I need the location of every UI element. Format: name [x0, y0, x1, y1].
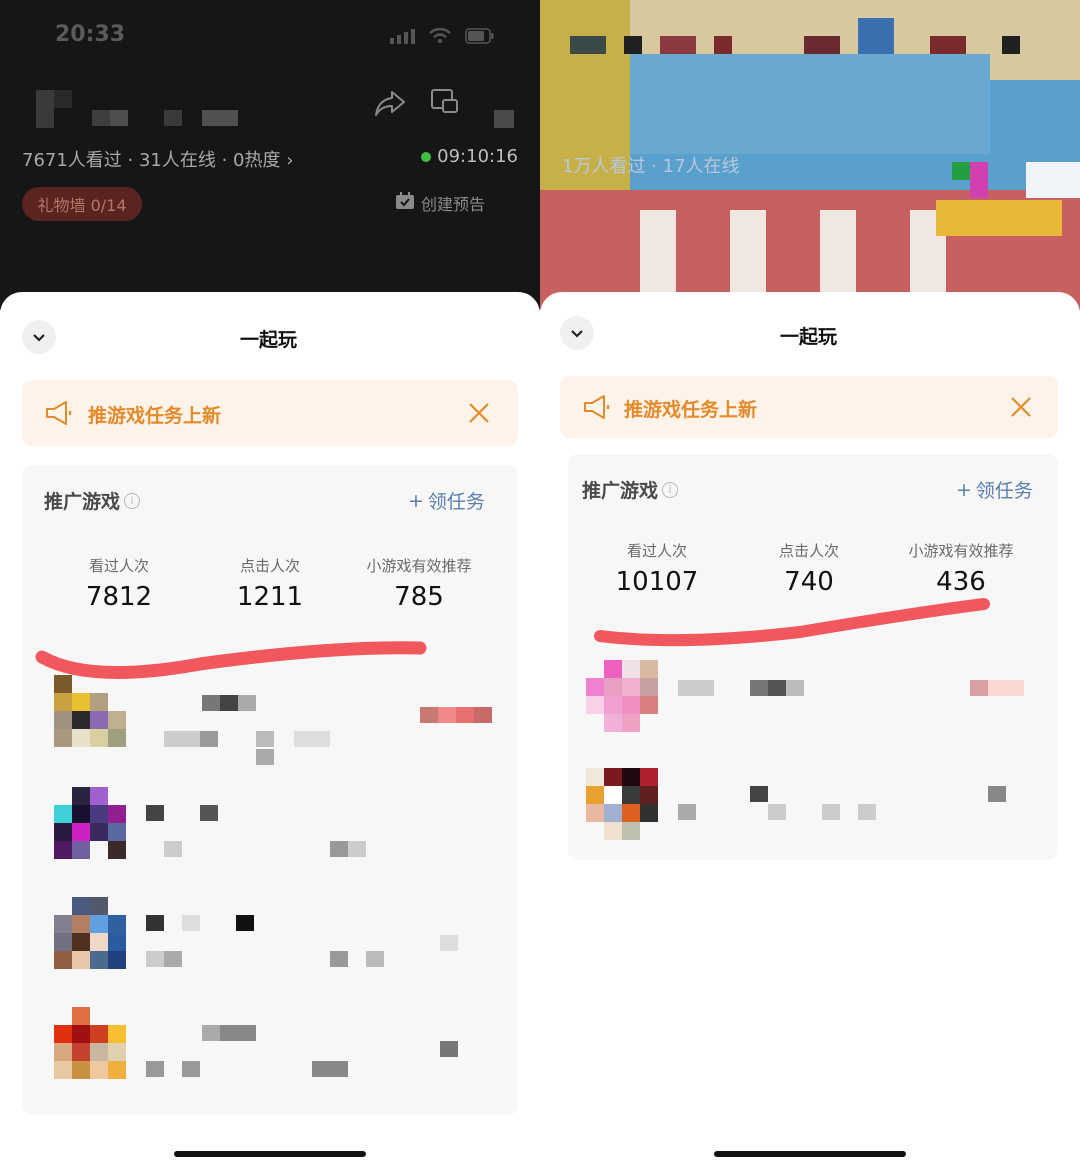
status-icons — [390, 28, 495, 44]
gift-wall-button[interactable]: 礼物墙 0/14 — [22, 187, 142, 221]
left-screenshot: 20:33 7671人看过 · 31人在线 · 0热度 › 09:10:16 礼… — [0, 0, 540, 1169]
chevron-right-icon: › — [286, 150, 294, 171]
room-stats-text: 7671人看过 · 31人在线 · 0热度 — [22, 150, 281, 171]
home-indicator — [174, 1151, 366, 1157]
play-together-sheet: 一起玩 推游戏任务上新 推广游戏 i + 领任务 看过人次 7812 点击人次 … — [0, 292, 540, 1169]
play-together-sheet: 一起玩 推游戏任务上新 推广游戏 i + 领任务 看过人次 10107 点击人次… — [540, 292, 1080, 1169]
pip-icon[interactable] — [430, 88, 462, 122]
calendar-icon — [395, 192, 415, 214]
create-preview-label: 创建预告 — [420, 195, 485, 214]
live-timer: 09:10:16 — [421, 146, 518, 167]
right-screenshot: 1万人看过 · 17人在线 一起玩 推游戏任务上新 推广游戏 i + 领任务 看… — [540, 0, 1080, 1169]
highlight-stroke — [35, 641, 427, 679]
share-icon[interactable] — [374, 88, 406, 122]
blurred-room-name — [36, 90, 246, 130]
status-time: 20:33 — [55, 22, 126, 47]
blurred-menu — [494, 110, 514, 128]
live-dot-icon — [421, 151, 432, 162]
create-preview-button[interactable]: 创建预告 — [395, 191, 485, 215]
battery-icon — [465, 28, 495, 44]
highlight-stroke — [594, 598, 990, 647]
room-stats[interactable]: 1万人看过 · 17人在线 — [562, 152, 740, 178]
timer-text: 09:10:16 — [437, 146, 518, 167]
signal-icon — [390, 28, 415, 44]
room-stats[interactable]: 7671人看过 · 31人在线 · 0热度 › — [22, 146, 293, 172]
live-room-header: 20:33 7671人看过 · 31人在线 · 0热度 › 09:10:16 礼… — [0, 0, 540, 310]
wifi-icon — [429, 28, 451, 44]
home-indicator — [714, 1151, 906, 1157]
